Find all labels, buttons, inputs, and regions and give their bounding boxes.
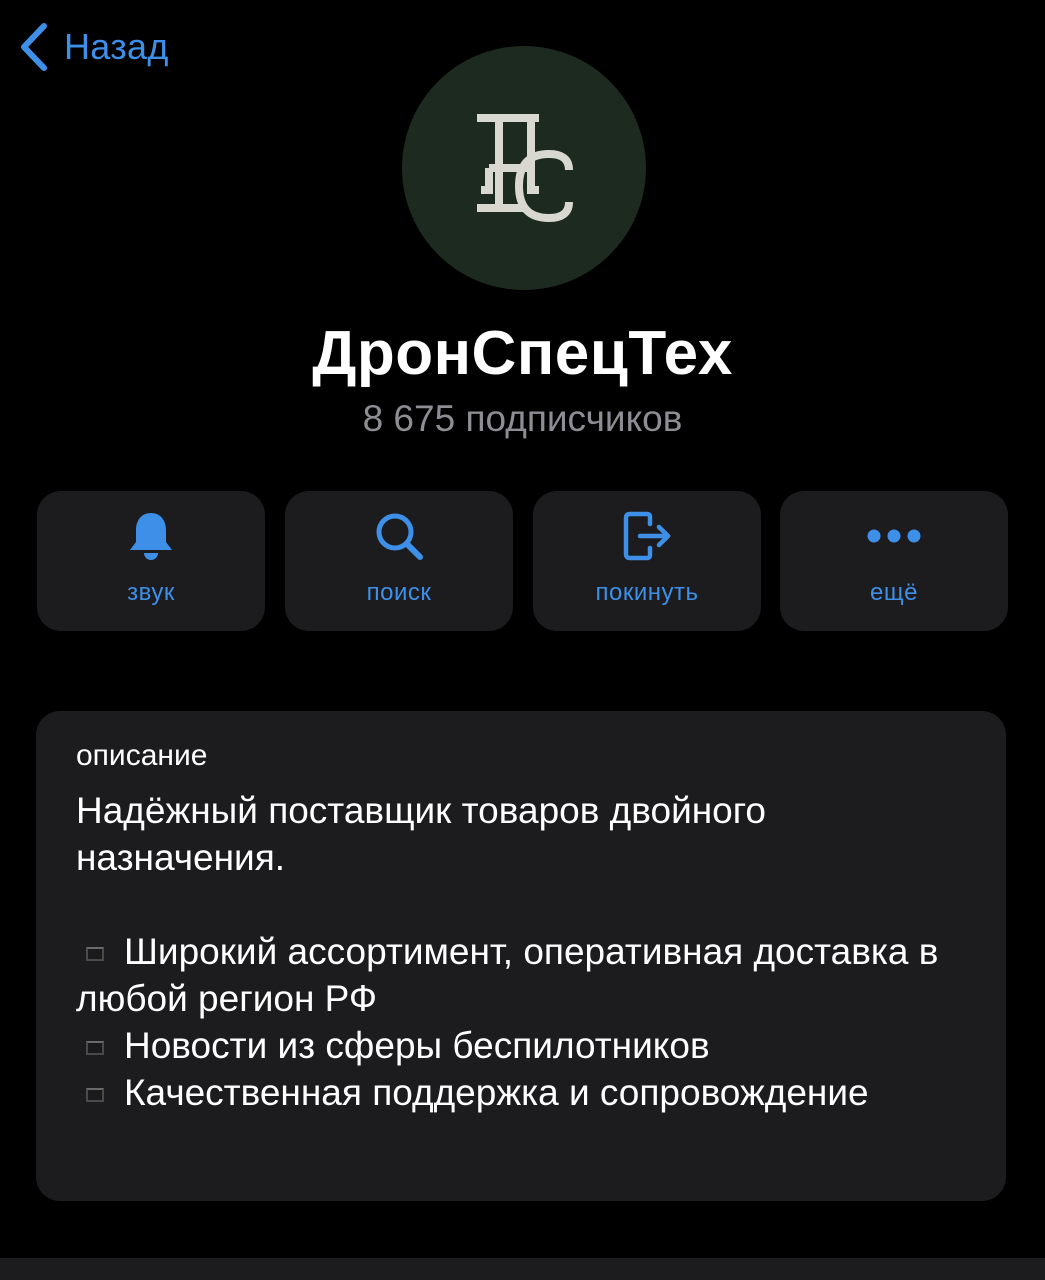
- next-section-edge: [0, 1258, 1045, 1280]
- black-square-icon: [86, 1041, 104, 1055]
- black-square-icon: [86, 947, 104, 961]
- description-bullet: Новости из сферы беспилотников: [76, 1022, 976, 1069]
- leave-button[interactable]: покинуть: [533, 491, 761, 631]
- back-button[interactable]: Назад: [18, 22, 169, 72]
- subscriber-count: 8 675 подписчиков: [362, 398, 683, 439]
- channel-name: ДронСпецТех: [312, 319, 733, 388]
- bell-icon: [130, 513, 172, 560]
- leave-icon: [623, 511, 671, 561]
- description-intro: Надёжный поставщик товаров двойного назн…: [76, 790, 767, 878]
- description-bullet: Широкий ассортимент, оперативная доставк…: [76, 931, 939, 1019]
- description-card: описание Надёжный поставщик товаров двой…: [36, 711, 1006, 1201]
- more-icon: [867, 529, 921, 543]
- search-label: поиск: [366, 579, 432, 606]
- description-label: описание: [76, 739, 208, 772]
- channel-logo-monogram: [477, 114, 573, 223]
- leave-label: покинуть: [595, 579, 699, 606]
- description-text: Надёжный поставщик товаров двойного назн…: [76, 787, 976, 1116]
- back-label: Назад: [64, 26, 169, 67]
- description-bullet: Качественная поддержка и сопровождение: [76, 1069, 976, 1116]
- sound-label: звук: [127, 579, 175, 606]
- search-icon: [376, 513, 423, 560]
- sound-button[interactable]: звук: [37, 491, 265, 631]
- chevron-left-icon: [18, 22, 50, 72]
- black-square-icon: [86, 1088, 104, 1102]
- channel-avatar[interactable]: [402, 46, 646, 290]
- more-label: ещё: [870, 579, 918, 606]
- search-button[interactable]: поиск: [285, 491, 513, 631]
- more-button[interactable]: ещё: [780, 491, 1008, 631]
